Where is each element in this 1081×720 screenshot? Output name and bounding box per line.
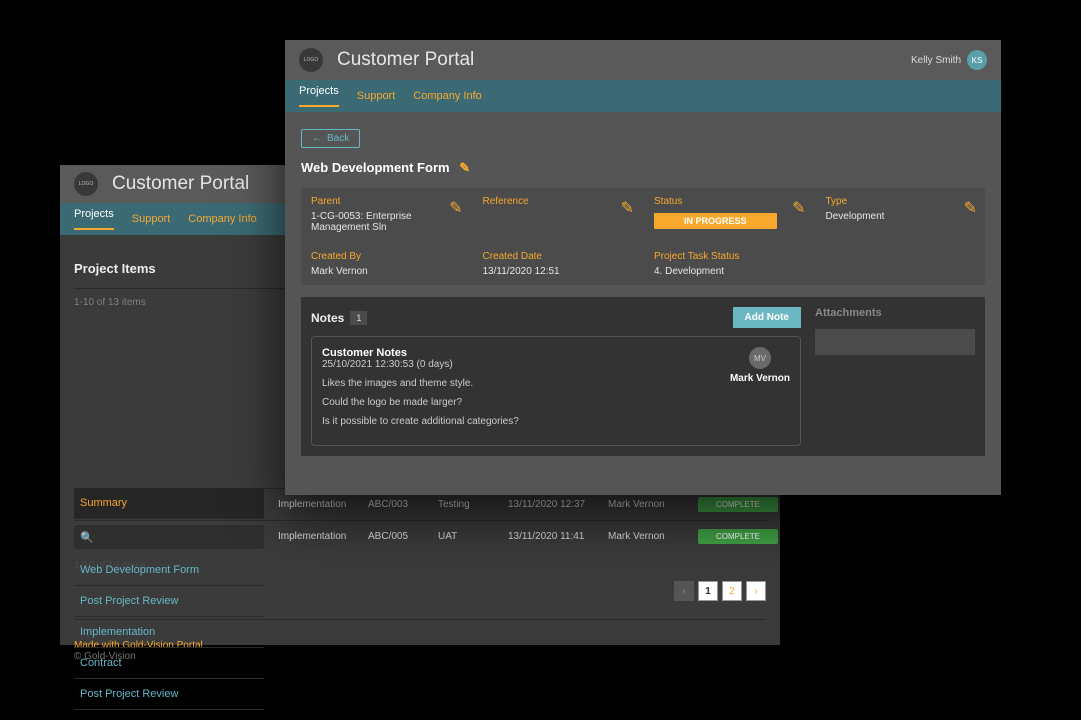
search-input[interactable]: 🔍 xyxy=(74,525,264,549)
edit-icon[interactable]: ✎ xyxy=(964,198,977,218)
search-icon: 🔍 xyxy=(80,531,94,544)
page-next[interactable]: › xyxy=(746,581,766,601)
note-card: Customer Notes 25/10/2021 12:30:53 (0 da… xyxy=(311,336,801,446)
field-label: Created Date xyxy=(483,251,633,262)
field-label: Created By xyxy=(311,251,461,262)
page-1[interactable]: 1 xyxy=(698,581,718,601)
nav-company[interactable]: Company Info xyxy=(188,213,256,225)
field-value: Development xyxy=(826,211,976,222)
sidebar-item[interactable]: Post Project Review xyxy=(74,586,264,617)
page-prev[interactable]: ‹ xyxy=(674,581,694,601)
field-value: Mark Vernon xyxy=(311,266,461,277)
edit-icon[interactable]: ✎ xyxy=(792,198,805,218)
attachments-panel: Attachments xyxy=(815,307,975,446)
note-title: Customer Notes xyxy=(322,347,790,359)
back-button[interactable]: ← Back xyxy=(301,129,360,148)
nav-projects[interactable]: Projects xyxy=(74,208,114,230)
note-date: 25/10/2021 12:30:53 (0 days) xyxy=(322,359,790,370)
notes-panel: Notes 1 Add Note Customer Notes 25/10/20… xyxy=(311,307,801,446)
field-reference: Reference ✎ xyxy=(473,188,643,241)
author-avatar: MV xyxy=(749,347,771,369)
field-empty xyxy=(816,243,986,285)
field-grid: Parent 1-CG-0053: Enterprise Management … xyxy=(301,188,985,285)
field-label: Project Task Status xyxy=(654,251,804,262)
row-type: Implementation xyxy=(278,499,368,510)
foreground-window: LOGO Customer Portal Kelly Smith KS Proj… xyxy=(285,40,1001,495)
avatar[interactable]: KS xyxy=(967,50,987,70)
note-author: MV Mark Vernon xyxy=(730,347,790,384)
sidebar-item[interactable]: Post Project Review xyxy=(74,679,264,710)
app-title: Customer Portal xyxy=(112,173,249,195)
field-value: 1-CG-0053: Enterprise Management Sln xyxy=(311,211,461,233)
note-text: Is it possible to create additional cate… xyxy=(322,416,790,427)
nav-projects[interactable]: Projects xyxy=(299,85,339,107)
arrow-left-icon: ← xyxy=(312,133,322,144)
sidebar: Summary 🔍 Web Development Form Post Proj… xyxy=(74,488,264,710)
row-type: Implementation xyxy=(278,531,368,542)
header: LOGO Customer Portal Kelly Smith KS xyxy=(285,40,1001,80)
nav-support[interactable]: Support xyxy=(357,90,396,102)
edit-icon[interactable]: ✎ xyxy=(449,198,462,218)
row-owner: Mark Vernon xyxy=(608,499,698,510)
row-stage: Testing xyxy=(438,499,508,510)
field-status: Status IN PROGRESS ✎ xyxy=(644,188,814,241)
field-label: Status xyxy=(654,196,804,207)
field-parent: Parent 1-CG-0053: Enterprise Management … xyxy=(301,188,471,241)
field-task-status: Project Task Status 4. Development xyxy=(644,243,814,285)
logo-icon: LOGO xyxy=(74,172,98,196)
status-badge: IN PROGRESS xyxy=(654,213,777,229)
sidebar-item[interactable]: Contract xyxy=(74,648,264,679)
field-created-date: Created Date 13/11/2020 12:51 xyxy=(473,243,643,285)
page-2[interactable]: 2 xyxy=(722,581,742,601)
status-badge: COMPLETE xyxy=(698,529,778,544)
edit-icon[interactable]: ✎ xyxy=(459,160,470,175)
field-value: 13/11/2020 12:51 xyxy=(483,266,633,277)
notes-label: Notes xyxy=(311,311,344,325)
field-label: Type xyxy=(826,196,976,207)
row-ref: ABC/003 xyxy=(368,499,438,510)
edit-icon[interactable]: ✎ xyxy=(621,198,634,218)
row-owner: Mark Vernon xyxy=(608,531,698,542)
nav-support[interactable]: Support xyxy=(132,213,171,225)
field-type: Type Development ✎ xyxy=(816,188,986,241)
user-name: Kelly Smith xyxy=(911,55,961,66)
add-note-button[interactable]: Add Note xyxy=(733,307,801,328)
sidebar-item[interactable]: Web Development Form xyxy=(74,555,264,586)
app-title: Customer Portal xyxy=(337,49,474,71)
note-text: Likes the images and theme style. xyxy=(322,378,790,389)
row-stage: UAT xyxy=(438,531,508,542)
sidebar-item[interactable]: Implementation xyxy=(74,617,264,648)
nav-company[interactable]: Company Info xyxy=(413,90,481,102)
field-label: Parent xyxy=(311,196,461,207)
author-name: Mark Vernon xyxy=(730,373,790,384)
user-menu[interactable]: Kelly Smith KS xyxy=(911,50,987,70)
sidebar-item-summary[interactable]: Summary xyxy=(74,488,264,519)
attachments-label: Attachments xyxy=(815,307,975,319)
field-label: Reference xyxy=(483,196,633,207)
row-ref: ABC/005 xyxy=(368,531,438,542)
field-created-by: Created By Mark Vernon xyxy=(301,243,471,285)
page-title: Web Development Form ✎ xyxy=(301,160,985,176)
notes-count: 1 xyxy=(350,311,367,325)
field-value: 4. Development xyxy=(654,266,804,277)
nav-bar: Projects Support Company Info xyxy=(285,80,1001,112)
note-text: Could the logo be made larger? xyxy=(322,397,790,408)
status-badge: COMPLETE xyxy=(698,497,778,512)
row-date: 13/11/2020 11:41 xyxy=(508,531,608,542)
attachments-dropzone[interactable] xyxy=(815,329,975,355)
logo-icon: LOGO xyxy=(299,48,323,72)
back-label: Back xyxy=(327,133,349,144)
row-date: 13/11/2020 12:37 xyxy=(508,499,608,510)
